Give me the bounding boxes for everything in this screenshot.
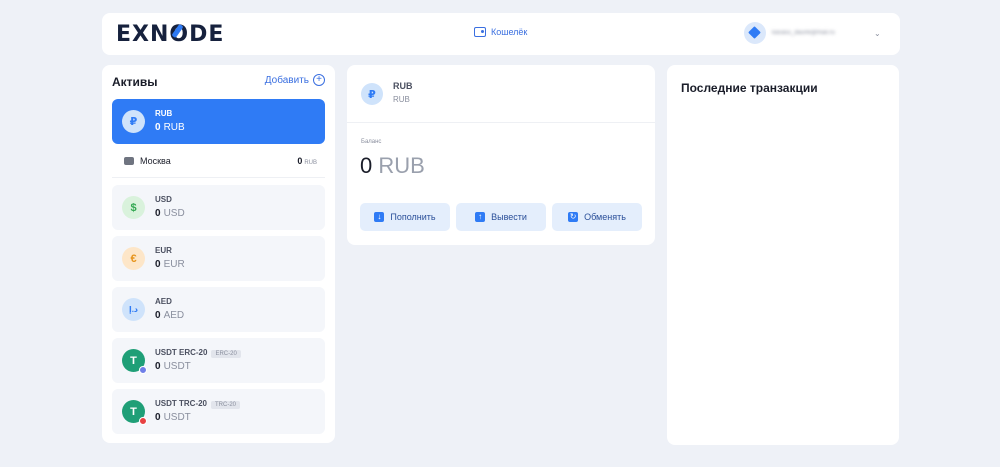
top-header: EXNODE Кошелёк kasasu_daurik@mail.ru ⌄ bbox=[102, 13, 900, 55]
balance-label: Баланс bbox=[361, 139, 382, 145]
ethereum-badge-icon bbox=[139, 366, 147, 374]
asset-item-rub[interactable]: ₽ RUB 0 RUB bbox=[112, 99, 325, 144]
asset-item-aed[interactable]: د.إ AED 0 AED bbox=[112, 287, 325, 332]
euro-icon: € bbox=[122, 247, 145, 270]
tether-icon: T bbox=[122, 400, 147, 425]
withdraw-button[interactable]: ↑ Вывести bbox=[456, 203, 546, 231]
user-menu[interactable]: kasasu_daurik@mail.ru ⌄ bbox=[744, 22, 881, 44]
asset-detail-panel: ₽ RUB RUB Баланс 0 RUB ↓ Пополнить ↑ Выв… bbox=[347, 65, 655, 245]
nav-wallet[interactable]: Кошелёк bbox=[474, 27, 527, 37]
asset-balance: 0 AED bbox=[155, 310, 185, 321]
add-asset-label: Добавить bbox=[264, 74, 309, 86]
asset-balance: 0 RUB bbox=[155, 122, 185, 133]
asset-item-usdt-erc20[interactable]: T USDT ERC-20 ERC-20 0 USDT bbox=[112, 338, 325, 383]
asset-name: USD bbox=[155, 195, 172, 204]
deposit-button[interactable]: ↓ Пополнить bbox=[360, 203, 450, 231]
arrow-up-icon: ↑ bbox=[475, 212, 486, 222]
asset-name: AED bbox=[155, 297, 172, 306]
arrow-down-icon: ↓ bbox=[374, 212, 385, 222]
assets-panel: Активы Добавить + ₽ RUB 0 RUB Москва 0 RUB… bbox=[102, 65, 335, 443]
divider bbox=[347, 122, 655, 123]
user-email: kasasu_daurik@mail.ru bbox=[772, 30, 835, 36]
tether-icon: T bbox=[122, 349, 147, 374]
asset-item-usd[interactable]: $ USD 0 USD bbox=[112, 185, 325, 230]
asset-balance: 0 EUR bbox=[155, 259, 185, 270]
deposit-label: Пополнить bbox=[390, 212, 436, 222]
cash-icon bbox=[124, 157, 134, 165]
detail-asset-name: RUB bbox=[393, 81, 413, 91]
network-tag: ERC-20 bbox=[211, 350, 241, 358]
nav-wallet-label: Кошелёк bbox=[491, 27, 528, 37]
avatar bbox=[744, 22, 766, 44]
add-asset-button[interactable]: Добавить + bbox=[265, 74, 325, 86]
asset-balance: 0 USDT bbox=[155, 412, 191, 423]
asset-name: USDT TRC-20 TRC-20 bbox=[155, 399, 241, 409]
asset-name: USDT ERC-20 ERC-20 bbox=[155, 348, 241, 358]
asset-subitem-moscow[interactable]: Москва 0 RUB bbox=[112, 145, 325, 178]
asset-name: EUR bbox=[155, 246, 172, 255]
dirham-icon: د.إ bbox=[122, 298, 145, 321]
asset-balance: 0 USDT bbox=[155, 361, 191, 372]
asset-name: RUB bbox=[155, 109, 173, 118]
transactions-panel: Последние транзакции bbox=[667, 65, 899, 445]
asset-item-eur[interactable]: € EUR 0 EUR bbox=[112, 236, 325, 281]
refresh-icon: ↻ bbox=[568, 212, 579, 222]
dollar-icon: $ bbox=[122, 196, 145, 219]
balance-value: 0 RUB bbox=[360, 153, 425, 178]
exchange-button[interactable]: ↻ Обменять bbox=[552, 203, 642, 231]
subitem-balance: 0 RUB bbox=[297, 156, 317, 166]
plus-circle-icon: + bbox=[313, 74, 325, 86]
transactions-title: Последние транзакции bbox=[681, 81, 818, 95]
wallet-icon bbox=[474, 27, 486, 37]
network-tag: TRC-20 bbox=[211, 401, 241, 409]
asset-item-usdt-trc20[interactable]: T USDT TRC-20 TRC-20 0 USDT bbox=[112, 389, 325, 434]
tron-badge-icon bbox=[139, 417, 147, 425]
subitem-name: Москва bbox=[140, 156, 171, 166]
withdraw-label: Вывести bbox=[491, 212, 527, 222]
exchange-label: Обменять bbox=[584, 212, 626, 222]
detail-asset-code: RUB bbox=[393, 95, 410, 104]
exnode-logo[interactable]: EXNODE bbox=[116, 22, 224, 47]
asset-balance: 0 USD bbox=[155, 208, 185, 219]
ruble-icon: ₽ bbox=[122, 110, 145, 133]
assets-title: Активы bbox=[112, 75, 158, 89]
ruble-icon: ₽ bbox=[361, 83, 383, 105]
chevron-down-icon: ⌄ bbox=[874, 28, 881, 38]
